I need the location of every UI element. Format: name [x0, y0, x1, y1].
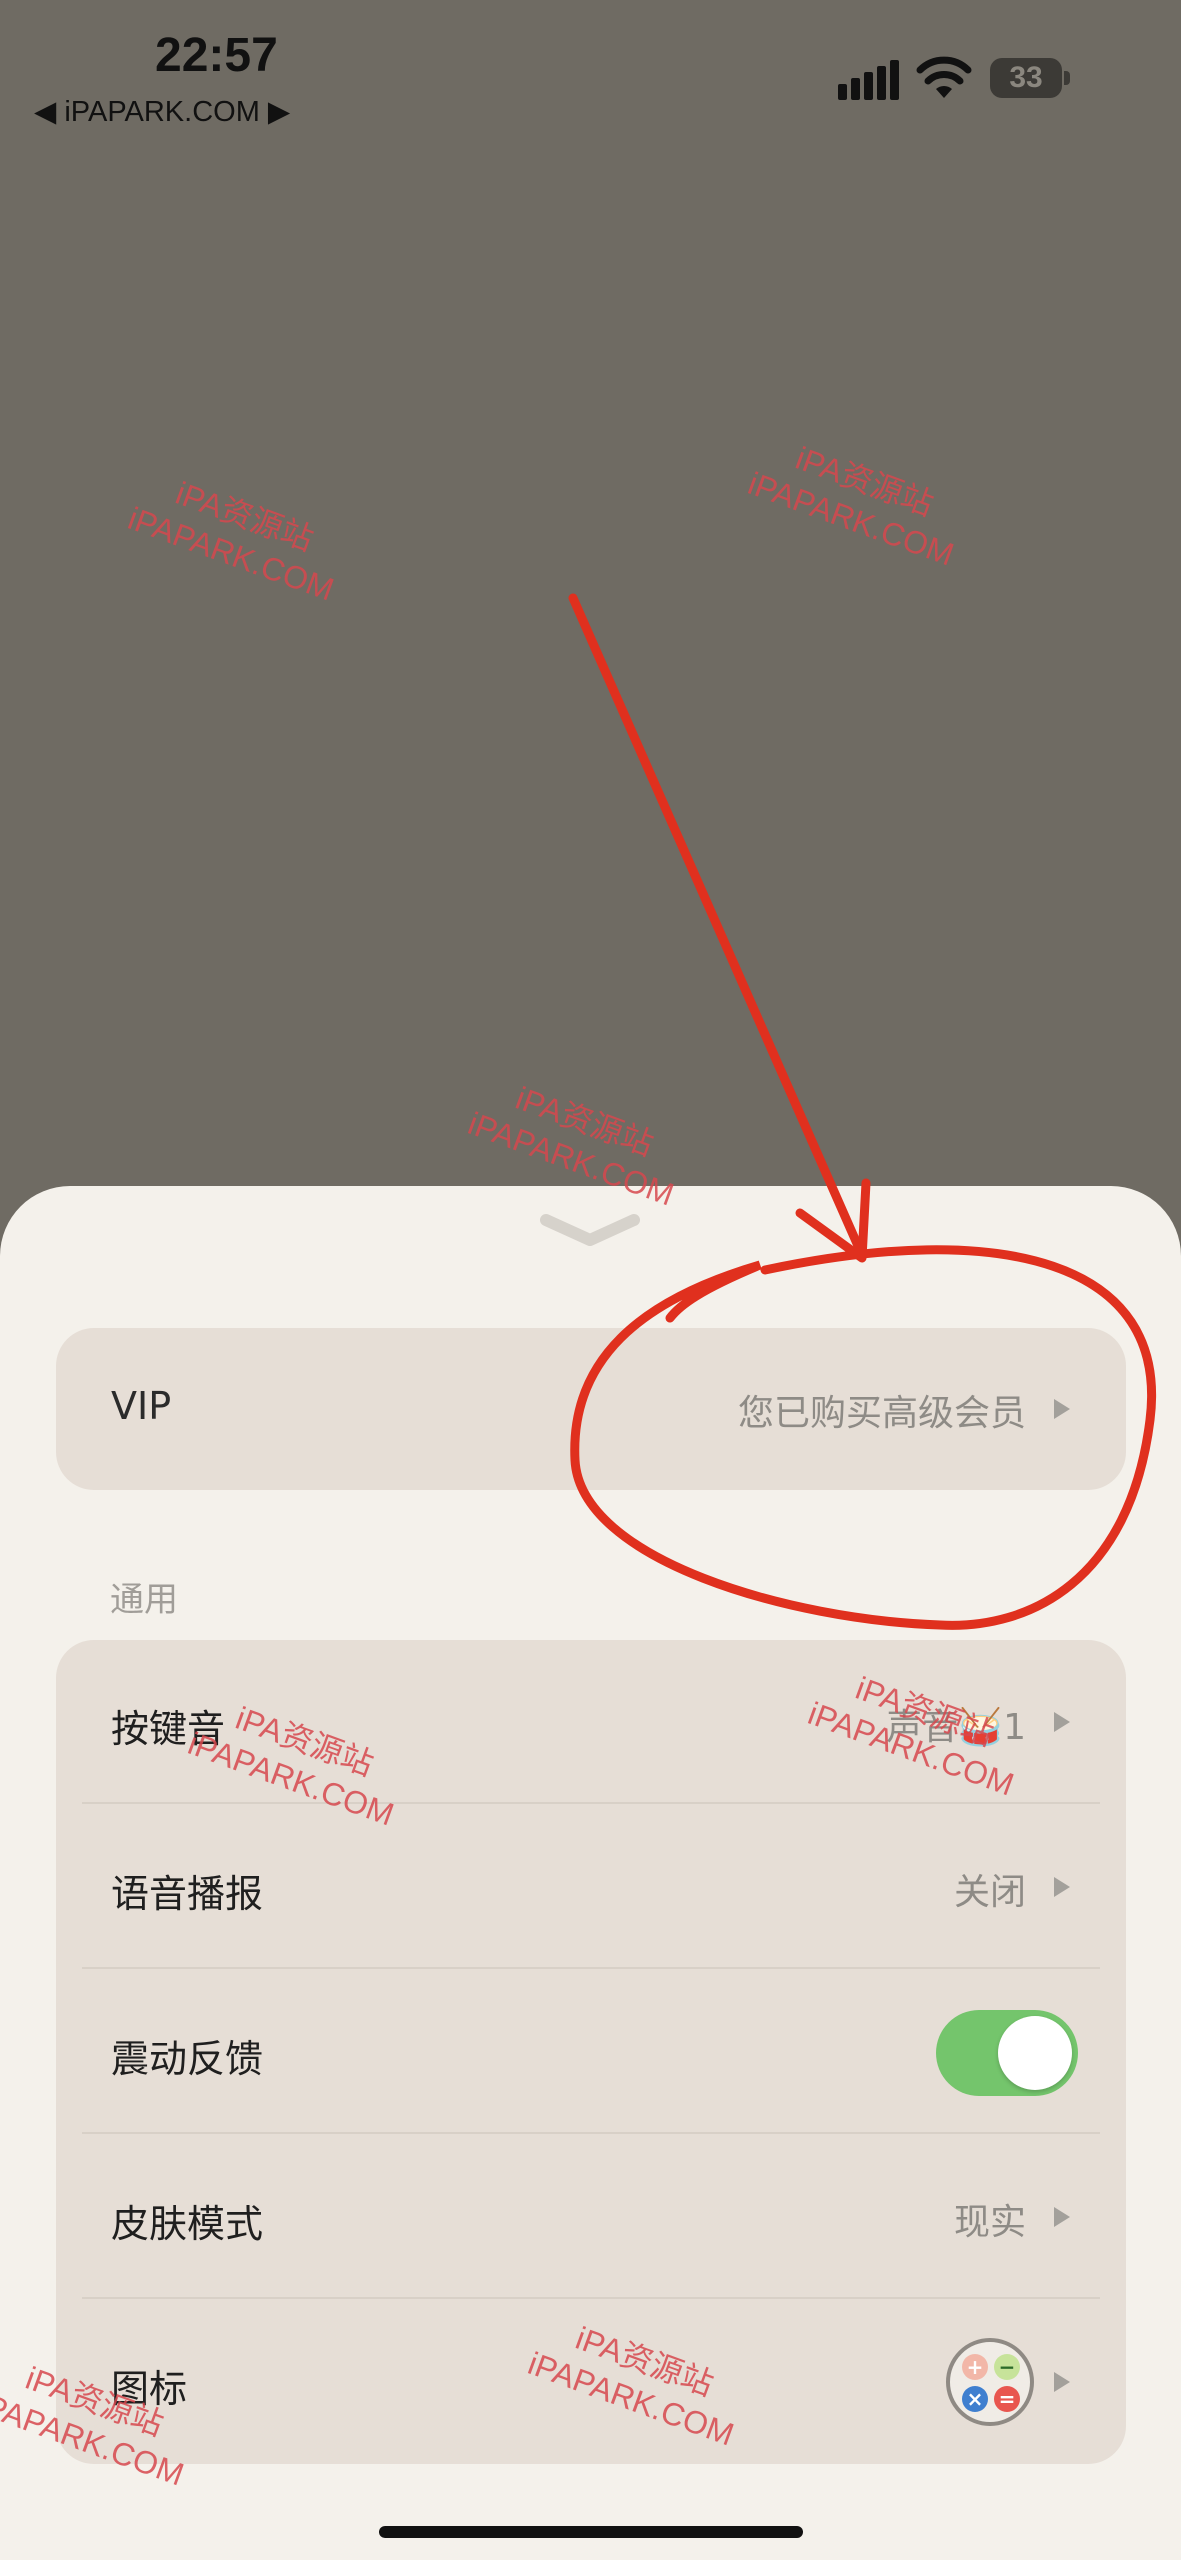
collapse-chevron-icon[interactable]	[540, 1212, 640, 1246]
row-skin-mode[interactable]: 皮肤模式 现实	[56, 2135, 1126, 2299]
watermark: iPA资源站 iPAPARK.COM	[123, 474, 339, 608]
watermark: iPA资源站 iPAPARK.COM	[743, 439, 959, 573]
cellular-signal-icon	[838, 60, 899, 100]
chevron-right-icon	[1054, 1712, 1070, 1732]
calculator-app-icon: + − × =	[946, 2338, 1034, 2426]
haptic-toggle[interactable]	[936, 2010, 1078, 2096]
vip-row[interactable]: VIP 您已购买高级会员	[56, 1328, 1126, 1490]
row-label: 震动反馈	[111, 2037, 264, 2081]
status-bar: 22:57 ◀ iPAPARK.COM ▶ 33	[0, 0, 1181, 150]
row-haptic-feedback: 震动反馈	[56, 1970, 1126, 2134]
row-label: 语音播报	[111, 1872, 264, 1916]
row-divider	[82, 2132, 1100, 2134]
row-value: 现实	[953, 2202, 1026, 2243]
chevron-right-icon	[1054, 2207, 1070, 2227]
battery-level: 33	[990, 58, 1062, 98]
row-label: 皮肤模式	[111, 2202, 264, 2246]
chevron-right-icon	[1054, 1877, 1070, 1897]
toggle-knob	[998, 2016, 1072, 2090]
chevron-right-icon	[1054, 1399, 1070, 1419]
status-time: 22:57	[155, 29, 278, 82]
row-divider	[82, 1967, 1100, 1969]
section-title-general: 通用	[110, 1580, 178, 1620]
wifi-icon	[916, 56, 972, 98]
chevron-right-icon	[1054, 2372, 1070, 2392]
battery-icon: 33	[990, 58, 1072, 102]
home-indicator	[379, 2526, 803, 2538]
vip-label: VIP	[111, 1384, 172, 1428]
row-divider	[82, 2297, 1100, 2299]
row-divider	[82, 1802, 1100, 1804]
back-to-app-link[interactable]: ◀ iPAPARK.COM ▶	[34, 94, 290, 129]
row-value: 关闭	[953, 1872, 1026, 1913]
row-voice-announce[interactable]: 语音播报 关闭	[56, 1805, 1126, 1969]
battery-cap	[1064, 71, 1070, 85]
vip-status-value: 您已购买高级会员	[737, 1393, 1026, 1434]
